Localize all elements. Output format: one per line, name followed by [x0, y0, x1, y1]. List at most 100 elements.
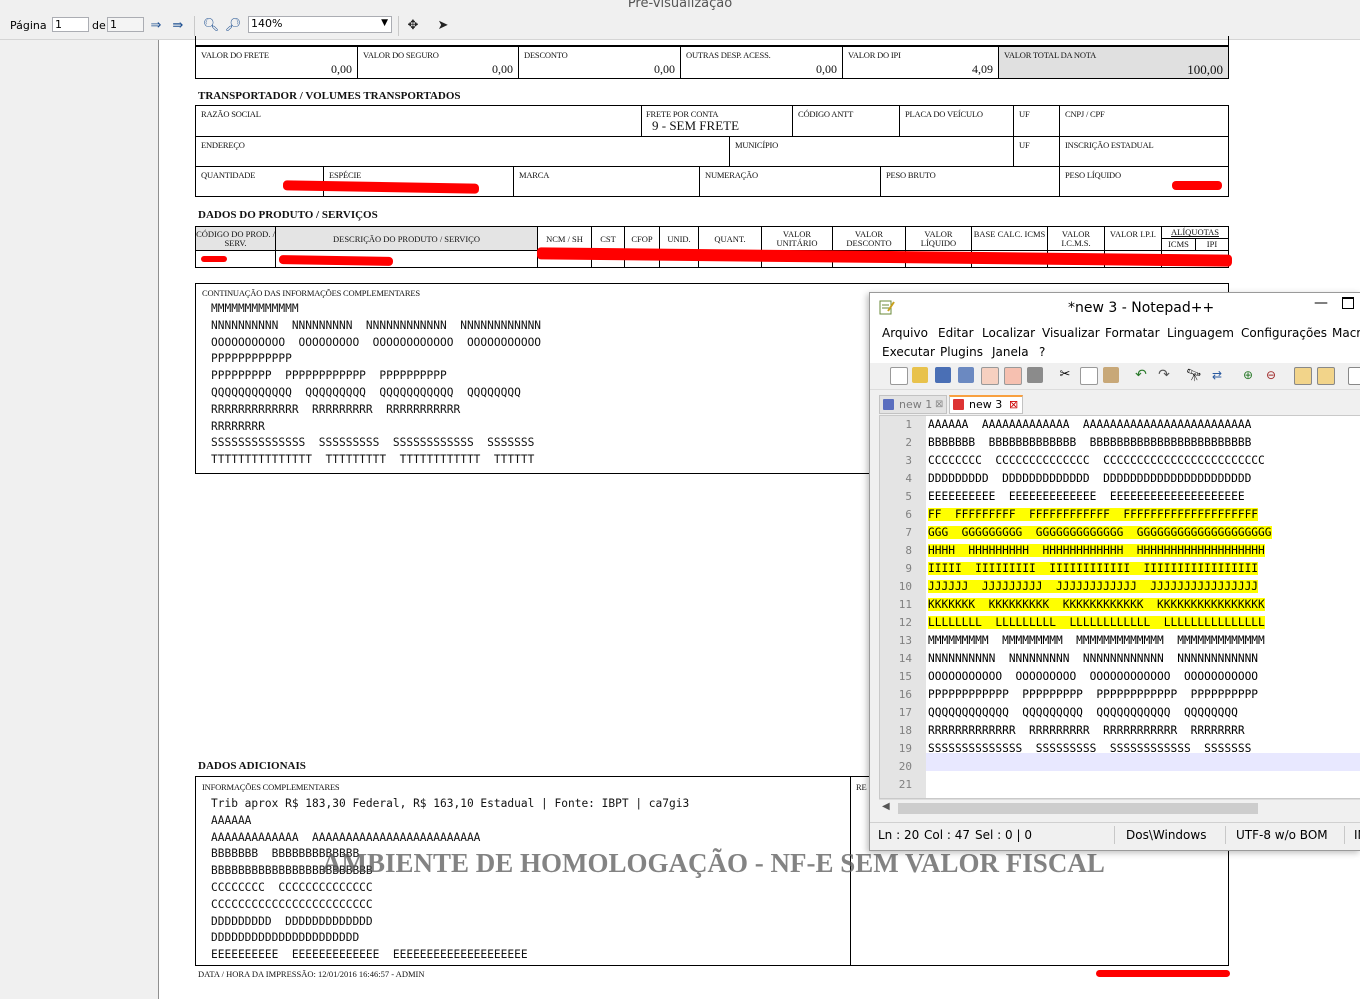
- menu-linguagem[interactable]: Linguagem: [1167, 326, 1234, 340]
- menu-visualizar[interactable]: Visualizar: [1042, 326, 1100, 340]
- code-line[interactable]: GGG GGGGGGGGG GGGGGGGGGGGGG GGGGGGGGGGGG…: [928, 524, 1272, 542]
- pointer-tool-icon[interactable]: ➤: [433, 16, 453, 36]
- placa-cell: PLACA DO VEÍCULO: [899, 106, 1013, 137]
- scroll-thumb[interactable]: [898, 803, 1258, 814]
- line-number: 5: [905, 490, 912, 503]
- status-encoding: UTF-8 w/o BOM: [1236, 828, 1328, 842]
- close-all-icon[interactable]: [1004, 367, 1022, 385]
- line-number: 8: [905, 544, 912, 557]
- code-line[interactable]: LLLLLLLL LLLLLLLLL LLLLLLLLLLLL LLLLLLLL…: [928, 614, 1265, 632]
- menu-executar[interactable]: Executar: [882, 345, 935, 359]
- menu-formatar[interactable]: Formatar: [1105, 326, 1160, 340]
- code-line-text: GGG GGGGGGGGG GGGGGGGGGGGGG GGGGGGGGGGGG…: [928, 526, 1272, 539]
- menu-arquivo[interactable]: Arquivo: [882, 326, 928, 340]
- menu-janela[interactable]: Janela: [992, 345, 1029, 359]
- placa-label: PLACA DO VEÍCULO: [905, 109, 983, 119]
- code-line[interactable]: MMMMMMMMM MMMMMMMMM MMMMMMMMMMMMM MMMMMM…: [928, 632, 1265, 650]
- redo-icon[interactable]: ↷: [1156, 367, 1172, 383]
- paste-icon[interactable]: [1103, 367, 1119, 383]
- continuacao-title: CONTINUAÇÃO DAS INFORMAÇÕES COMPLEMENTAR…: [202, 288, 420, 298]
- values-row: VALOR DO FRETE 0,00 VALOR DO SEGURO 0,00…: [195, 46, 1229, 79]
- move-tool-icon[interactable]: ✥: [403, 16, 423, 36]
- next-page-icon[interactable]: ⇒: [146, 16, 166, 36]
- tab-close-icon[interactable]: ⊠: [935, 396, 943, 414]
- code-line[interactable]: KKKKKKK KKKKKKKKK KKKKKKKKKKKK KKKKKKKKK…: [928, 596, 1265, 614]
- undo-icon[interactable]: ↶: [1133, 367, 1149, 383]
- code-line[interactable]: BBBBBBB BBBBBBBBBBBBB BBBBBBBBBBBBBBBBBB…: [928, 434, 1251, 452]
- notepad-app-icon: [879, 299, 895, 315]
- code-line-text: CCCCCCCC CCCCCCCCCCCCCC CCCCCCCCCCCCCCCC…: [928, 454, 1265, 467]
- page-input[interactable]: [52, 17, 89, 32]
- col-vliq: VALOR LÍQUIDO: [905, 227, 971, 251]
- code-line[interactable]: NNNNNNNNNN NNNNNNNNN NNNNNNNNNNNN NNNNNN…: [928, 650, 1258, 668]
- print-icon[interactable]: [1027, 367, 1043, 383]
- menu-plugins[interactable]: Plugins: [940, 345, 983, 359]
- tab-close-icon[interactable]: ⊠: [1009, 396, 1018, 414]
- zoom-select[interactable]: 140% ▼: [248, 16, 392, 33]
- line-number: 14: [898, 652, 912, 665]
- copy-icon[interactable]: [1080, 367, 1098, 385]
- code-line-text: NNNNNNNNNN NNNNNNNNN NNNNNNNNNNNN NNNNNN…: [928, 652, 1259, 665]
- wrap-icon[interactable]: [1348, 367, 1360, 385]
- sync-scroll-v-icon[interactable]: [1294, 367, 1312, 385]
- sync-scroll-h-icon[interactable]: [1317, 367, 1335, 385]
- notepad-statusbar: Ln : 20 Col : 47 Sel : 0 | 0 Dos\Windows…: [870, 822, 1360, 848]
- cut-off-row: [195, 36, 1229, 46]
- tab-new-1[interactable]: new 1 ⊠: [879, 395, 947, 414]
- code-line[interactable]: OOOOOOOOOOO OOOOOOOOO OOOOOOOOOOOO OOOOO…: [928, 668, 1258, 686]
- col-quant: QUANT.: [698, 227, 761, 251]
- code-line[interactable]: RRRRRRRRRRRRR RRRRRRRRR RRRRRRRRRRR RRRR…: [928, 722, 1245, 740]
- transportador-title: TRANSPORTADOR / VOLUMES TRANSPORTADOS: [198, 90, 461, 102]
- replace-icon[interactable]: ⇄: [1209, 367, 1225, 383]
- code-line[interactable]: CCCCCCCC CCCCCCCCCCCCCC CCCCCCCCCCCCCCCC…: [928, 452, 1265, 470]
- horizontal-scrollbar[interactable]: ◀: [879, 799, 1360, 817]
- code-line[interactable]: JJJJJJ JJJJJJJJJ JJJJJJJJJJJJ JJJJJJJJJJ…: [928, 578, 1259, 596]
- notepad-window[interactable]: *new 3 - Notepad++ — Arquivo Editar Loca…: [869, 292, 1360, 851]
- line-number: 20: [898, 760, 912, 773]
- code-line[interactable]: QQQQQQQQQQQQ QQQQQQQQQ QQQQQQQQQQQ QQQQQ…: [928, 704, 1238, 722]
- code-line[interactable]: EEEEEEEEEE EEEEEEEEEEEEE EEEEEEEEEEEEEEE…: [928, 488, 1245, 506]
- homologacao-watermark: AMBIENTE DE HOMOLOGAÇÃO - NF-E SEM VALOR…: [322, 848, 1105, 878]
- line-number: 3: [905, 454, 912, 467]
- open-file-icon[interactable]: [912, 367, 928, 383]
- cut-icon[interactable]: ✂: [1057, 367, 1073, 383]
- line-number: 16: [898, 688, 912, 701]
- scroll-left-icon[interactable]: ◀: [882, 801, 890, 812]
- status-insert: IN: [1354, 828, 1360, 842]
- find-icon[interactable]: 🔭︎: [1186, 367, 1202, 383]
- adicionais-line: DDDDDDDDD DDDDDDDDDDDDD: [211, 914, 373, 928]
- save-icon[interactable]: [935, 367, 951, 383]
- code-line[interactable]: DDDDDDDDD DDDDDDDDDDDDD DDDDDDDDDDDDDDDD…: [928, 470, 1251, 488]
- menu-editar[interactable]: Editar: [938, 326, 974, 340]
- numeracao-cell: NUMERAÇÃO: [699, 167, 880, 196]
- close-file-icon[interactable]: [981, 367, 999, 385]
- menu-help[interactable]: ?: [1039, 345, 1045, 359]
- code-line[interactable]: IIIII IIIIIIIII IIIIIIIIIIII IIIIIIIIIII…: [928, 560, 1259, 578]
- menu-localizar[interactable]: Localizar: [982, 326, 1035, 340]
- code-line-text: OOOOOOOOOOO OOOOOOOOO OOOOOOOOOOOO OOOOO…: [928, 670, 1259, 683]
- maximize-icon[interactable]: [1342, 297, 1354, 309]
- ipi-value: 4,09: [972, 62, 993, 76]
- minimize-icon[interactable]: —: [1314, 295, 1328, 311]
- save-all-icon[interactable]: [958, 367, 974, 383]
- zoom-out-icon[interactable]: ⊖: [1263, 367, 1279, 383]
- zoom-in-icon[interactable]: 🔎︎: [223, 16, 243, 36]
- code-line[interactable]: FF FFFFFFFFF FFFFFFFFFFFF FFFFFFFFFFFFFF…: [928, 506, 1259, 524]
- zoom-in-icon[interactable]: ⊕: [1240, 367, 1256, 383]
- code-line[interactable]: HHHH HHHHHHHHH HHHHHHHHHHHH HHHHHHHHHHHH…: [928, 542, 1265, 560]
- frete-cell: VALOR DO FRETE 0,00: [196, 47, 357, 78]
- zoom-out-icon[interactable]: 🔍︎: [201, 16, 221, 36]
- total-pages-field: [107, 17, 144, 32]
- code-line[interactable]: AAAAAA AAAAAAAAAAAAA AAAAAAAAAAAAAAAAAAA…: [928, 416, 1251, 434]
- outras-value: 0,00: [816, 62, 837, 76]
- menu-macro[interactable]: Macr: [1332, 326, 1360, 340]
- code-line[interactable]: PPPPPPPPPPPP PPPPPPPPP PPPPPPPPPPPP PPPP…: [928, 686, 1258, 704]
- code-line-text: LLLLLLLL LLLLLLLLL LLLLLLLLLLLL LLLLLLLL…: [928, 616, 1265, 629]
- code-line-text: DDDDDDDDD DDDDDDDDDDDDD DDDDDDDDDDDDDDDD…: [928, 472, 1252, 485]
- menu-configuracoes[interactable]: Configurações: [1241, 326, 1327, 340]
- new-file-icon[interactable]: [890, 367, 908, 385]
- editor-area[interactable]: 1 2 3 4 5 6 7 8 9 10 11 12 13 14 15 16 17 18 19 20 21 AAAAAA…: [879, 415, 1360, 799]
- notepad-titlebar[interactable]: *new 3 - Notepad++ —: [870, 293, 1360, 323]
- last-page-icon[interactable]: ⇛: [168, 16, 188, 36]
- tab-new-3[interactable]: new 3 ⊠: [949, 395, 1023, 414]
